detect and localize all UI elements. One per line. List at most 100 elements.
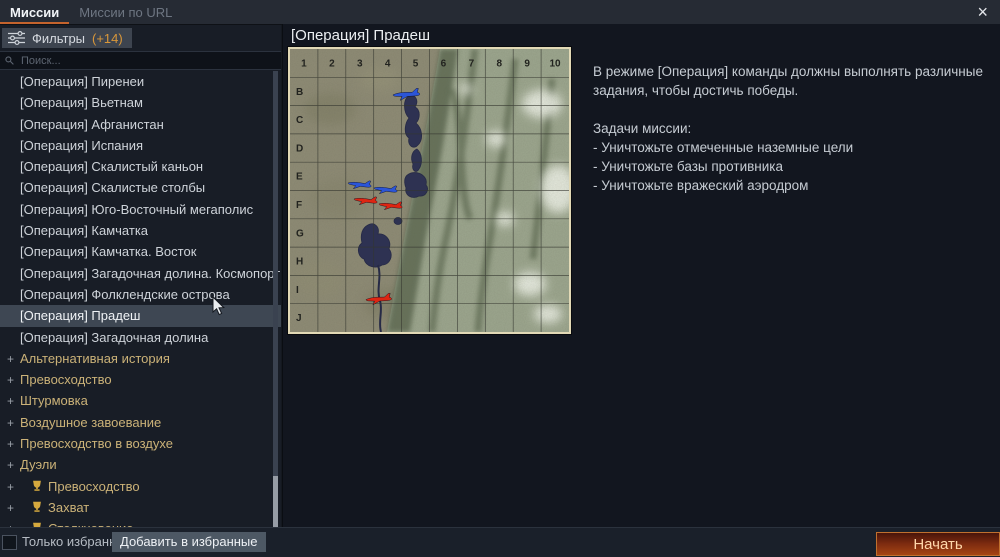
trophy-icon xyxy=(31,498,46,519)
list-item-label: [Операция] Камчатка. Восток xyxy=(20,244,196,259)
list-item-label: [Операция] Испания xyxy=(20,138,143,153)
expand-plus-icon[interactable]: + xyxy=(4,477,17,498)
mission-list-item[interactable]: [Операция] Загадочная долина. Космопорт xyxy=(0,263,281,284)
sidebar-scrollbar-thumb[interactable] xyxy=(273,476,278,528)
category-list-item[interactable]: + Превосходство xyxy=(0,476,272,497)
only-favorites-checkbox[interactable] xyxy=(2,535,17,550)
search-field[interactable] xyxy=(0,51,281,70)
tab-missions-by-url[interactable]: Миссии по URL xyxy=(69,0,182,24)
svg-text:G: G xyxy=(296,228,304,239)
mission-list-item[interactable]: [Операция] Камчатка. Восток xyxy=(0,241,281,262)
svg-text:1: 1 xyxy=(301,59,307,70)
description-line xyxy=(593,100,1000,119)
list-item-label: Альтернативная история xyxy=(20,351,170,366)
category-list-item[interactable]: +Альтернативная история xyxy=(0,348,272,369)
add-to-favorites-button[interactable]: Добавить в избранные xyxy=(112,532,266,552)
svg-text:H: H xyxy=(296,257,303,268)
list-item-label: [Операция] Юго-Восточный мегаполис xyxy=(20,202,253,217)
expand-plus-icon[interactable]: + xyxy=(4,498,17,519)
tab-missions[interactable]: Миссии xyxy=(0,0,69,24)
svg-text:10: 10 xyxy=(549,59,561,70)
start-button[interactable]: Начать xyxy=(876,532,1000,556)
mission-map: 1 2 3 4 5 6 7 8 9 10 B C D E F G H I J xyxy=(288,47,571,334)
description-line: Задачи миссии: xyxy=(593,119,1000,138)
mission-list-item[interactable]: [Операция] Загадочная долина xyxy=(0,327,281,348)
expand-plus-icon[interactable]: + xyxy=(4,370,17,391)
mission-list-item[interactable]: [Операция] Юго-Восточный мегаполис xyxy=(0,199,281,220)
description-line: - Уничтожьте отмеченные наземные цели xyxy=(593,138,1000,157)
list-item-label: [Операция] Пиренеи xyxy=(20,74,144,89)
list-item-label: [Операция] Скалистые столбы xyxy=(20,180,205,195)
bottom-bar: Только избранные Добавить в избранные На… xyxy=(0,527,1000,557)
mission-list-item[interactable]: [Операция] Камчатка xyxy=(0,220,281,241)
mission-title: [Операция] Прадеш xyxy=(291,27,430,44)
category-list-item[interactable]: +Штурмовка xyxy=(0,390,272,411)
list-item-label: Дуэли xyxy=(20,457,57,472)
category-list-item[interactable]: +Воздушное завоевание xyxy=(0,412,272,433)
list-item-label: [Операция] Афганистан xyxy=(20,117,164,132)
mission-list-item[interactable]: [Операция] Скалистый каньон xyxy=(0,156,281,177)
category-list-item[interactable]: +Превосходство в воздухе xyxy=(0,433,272,454)
mission-list-item[interactable]: [Операция] Афганистан xyxy=(0,114,281,135)
expand-plus-icon[interactable]: + xyxy=(4,434,17,455)
mission-list-item[interactable]: [Операция] Вьетнам xyxy=(0,92,281,113)
svg-text:E: E xyxy=(296,172,303,183)
mission-sidebar: Фильтры (+14) [Операция] Пиренеи[Операци… xyxy=(0,25,281,528)
list-item-label: Превосходство в воздухе xyxy=(20,436,173,451)
trophy-icon xyxy=(31,477,46,498)
list-item-label: [Операция] Фолклендские острова xyxy=(20,287,230,302)
mission-list-item[interactable]: [Операция] Фолклендские острова xyxy=(0,284,281,305)
list-item-label: Превосходство xyxy=(20,372,112,387)
svg-text:7: 7 xyxy=(469,59,475,70)
svg-text:B: B xyxy=(296,87,303,98)
mission-detail-panel: [Операция] Прадеш xyxy=(282,24,1000,528)
svg-text:3: 3 xyxy=(357,59,363,70)
svg-text:F: F xyxy=(296,200,302,211)
mission-list-item[interactable]: [Операция] Прадеш xyxy=(0,305,281,326)
expand-plus-icon[interactable]: + xyxy=(4,391,17,412)
svg-text:5: 5 xyxy=(413,59,419,70)
mission-list: [Операция] Пиренеи [Операция] Вьетнам [Опе… xyxy=(0,71,281,528)
mission-map-image: 1 2 3 4 5 6 7 8 9 10 B C D E F G H I J xyxy=(290,49,569,332)
expand-plus-icon[interactable]: + xyxy=(4,455,17,476)
mission-description: В режиме [Операция] команды должны выпол… xyxy=(593,62,1000,195)
top-tab-bar: Миссии Миссии по URL × xyxy=(0,0,1000,25)
expand-plus-icon[interactable]: + xyxy=(4,349,17,370)
svg-text:I: I xyxy=(296,285,299,296)
svg-text:9: 9 xyxy=(524,59,530,70)
list-item-label: [Операция] Прадеш xyxy=(20,308,140,323)
mission-list-item[interactable]: [Операция] Испания xyxy=(0,135,281,156)
filters-label: Фильтры xyxy=(32,31,85,46)
list-item-label: [Операция] Камчатка xyxy=(20,223,148,238)
list-item-label: [Операция] Вьетнам xyxy=(20,95,143,110)
svg-text:2: 2 xyxy=(329,59,335,70)
mission-select-window: { "titlebar": { "tabs": [ {"label": "Мис… xyxy=(0,0,1000,557)
mission-list-item[interactable]: [Операция] Пиренеи xyxy=(0,71,281,92)
svg-text:C: C xyxy=(296,115,303,126)
mission-list-item[interactable]: [Операция] Скалистые столбы xyxy=(0,177,281,198)
svg-text:D: D xyxy=(296,143,303,154)
category-list-item[interactable]: +Дуэли xyxy=(0,454,272,475)
list-item-label: Штурмовка xyxy=(20,393,88,408)
svg-text:6: 6 xyxy=(441,59,447,70)
svg-text:J: J xyxy=(296,313,302,324)
search-input[interactable] xyxy=(19,54,243,68)
list-item-label: [Операция] Загадочная долина. Космопорт xyxy=(20,266,280,281)
category-list-item[interactable]: +Превосходство xyxy=(0,369,272,390)
close-icon[interactable]: × xyxy=(977,0,988,24)
svg-text:8: 8 xyxy=(496,59,502,70)
list-item-label: Захват xyxy=(48,500,89,515)
list-item-label: Превосходство xyxy=(48,479,140,494)
filters-count-badge: (+14) xyxy=(92,31,123,46)
filters-button[interactable]: Фильтры (+14) xyxy=(2,28,132,48)
svg-text:4: 4 xyxy=(385,59,391,70)
search-icon xyxy=(5,56,14,65)
sidebar-scrollbar-track[interactable] xyxy=(273,71,278,528)
category-list-item[interactable]: + Захват xyxy=(0,497,272,518)
filter-sliders-icon xyxy=(8,31,25,45)
description-line: - Уничтожьте базы противника xyxy=(593,157,1000,176)
list-item-label: Воздушное завоевание xyxy=(20,415,161,430)
list-item-label: [Операция] Загадочная долина xyxy=(20,330,208,345)
description-line: В режиме [Операция] команды должны выпол… xyxy=(593,62,1000,100)
expand-plus-icon[interactable]: + xyxy=(4,413,17,434)
